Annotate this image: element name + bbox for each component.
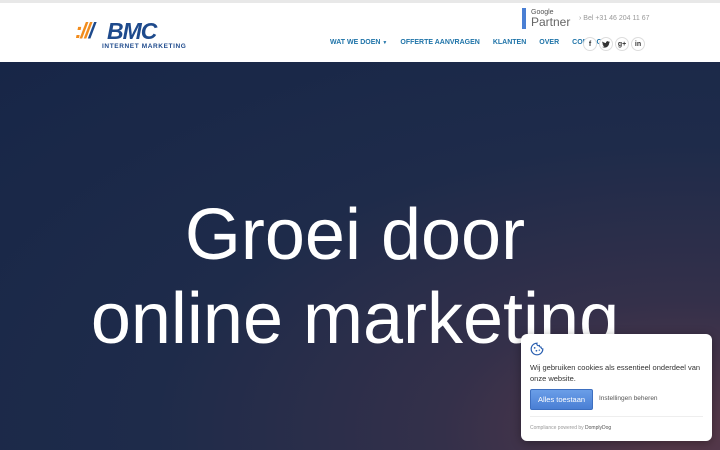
cookie-footer-brand[interactable]: DomplyDog [585, 425, 611, 431]
phone-link[interactable]: › Bel +31 46 204 11 67 [579, 15, 650, 22]
twitter-icon[interactable] [599, 37, 613, 51]
google-plus-icon[interactable]: g+ [615, 37, 629, 51]
partner-label: Partner [531, 15, 571, 29]
bmc-logo[interactable]: :/// BMC INTERNET MARKETING [75, 18, 186, 54]
logo-name: BMC [107, 18, 157, 44]
nav-item-wat-we-doen[interactable]: WAT WE DOEN ▼ [330, 39, 387, 46]
google-partner-badge[interactable]: Google Partner [522, 8, 570, 29]
nav-item-klanten[interactable]: KLANTEN [493, 39, 526, 46]
cookie-message: Wij gebruiken cookies als essentieel ond… [530, 363, 701, 383]
site-header: :/// BMC INTERNET MARKETING Google Partn… [0, 3, 720, 62]
nav-item-over[interactable]: OVER [539, 39, 559, 46]
manage-settings-link[interactable]: Instellingen beheren [599, 395, 658, 402]
cookie-icon [530, 342, 544, 356]
cookie-divider [530, 416, 703, 417]
cookie-footer: Compliance powered by DomplyDog [530, 425, 612, 431]
logo-slashes: :/// [75, 18, 95, 43]
hero-title-line-1: Groei door [184, 195, 526, 275]
google-partner-bar [522, 8, 526, 29]
main-nav: WAT WE DOEN ▼ OFFERTE AANVRAGEN KLANTEN O… [330, 39, 619, 46]
logo-subtitle: INTERNET MARKETING [102, 43, 187, 50]
allow-all-cookies-button[interactable]: Alles toestaan [530, 389, 593, 410]
linkedin-icon[interactable]: in [631, 37, 645, 51]
social-links: f g+ in [583, 37, 645, 51]
facebook-icon[interactable]: f [583, 37, 597, 51]
cookie-consent-dialog: Wij gebruiken cookies als essentieel ond… [521, 334, 712, 441]
nav-item-offerte-aanvragen[interactable]: OFFERTE AANVRAGEN [400, 39, 479, 46]
chevron-down-icon: ▼ [382, 40, 388, 46]
